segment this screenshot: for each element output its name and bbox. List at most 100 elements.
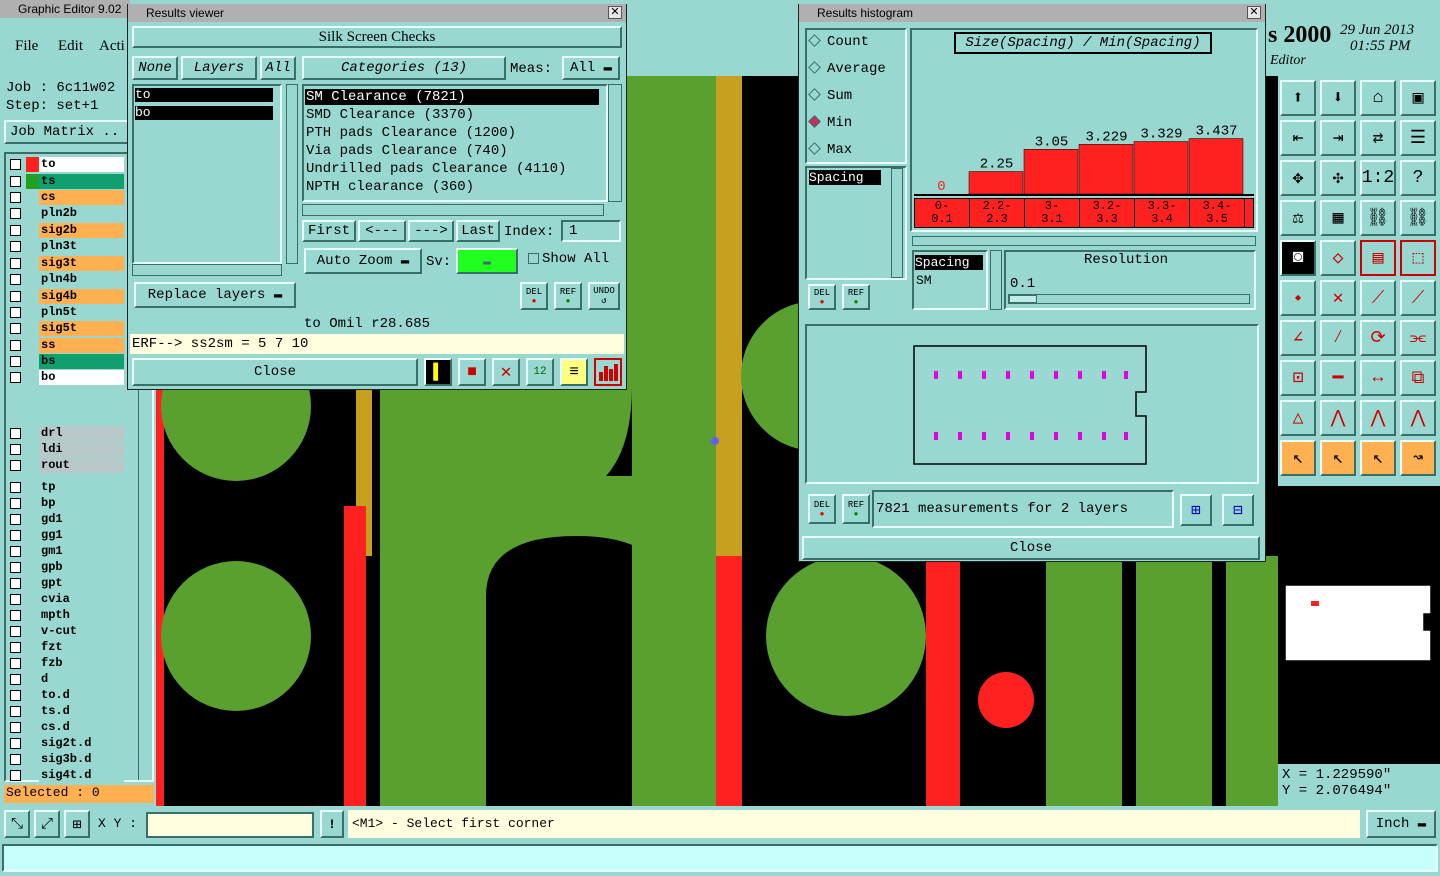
layer-row-gm1[interactable]: gm1 xyxy=(6,544,124,559)
last-button[interactable]: Last xyxy=(456,220,500,242)
info-icon[interactable]: ! xyxy=(320,810,344,838)
snapshot-icon[interactable]: ◙ xyxy=(1280,240,1316,276)
menu-edit[interactable]: Edit xyxy=(58,38,83,55)
hist-ref-button[interactable]: REF ● xyxy=(842,284,870,310)
categories-button[interactable]: Categories (13) xyxy=(302,56,506,80)
histogram-hscroll[interactable] xyxy=(912,236,1256,246)
pointer-icon[interactable]: ↖ xyxy=(1280,440,1316,476)
layer-checkbox[interactable] xyxy=(10,339,21,351)
layer-checkbox[interactable] xyxy=(10,428,21,439)
mark-icon[interactable]: ▌ xyxy=(424,358,452,386)
job-matrix-button[interactable]: Job Matrix .. xyxy=(4,120,130,144)
net-icon[interactable]: ⛓ xyxy=(1360,200,1396,236)
grid-snap-icon[interactable]: ⊞ xyxy=(64,810,90,838)
units-select[interactable]: Inch ▬ xyxy=(1366,810,1436,838)
layers-all-button[interactable]: All xyxy=(260,56,296,80)
next-button[interactable]: ---> xyxy=(408,220,454,242)
slash-icon[interactable]: ∕ xyxy=(1320,320,1356,356)
layer-checkbox[interactable] xyxy=(10,208,21,219)
del-button[interactable]: DEL ● xyxy=(520,282,548,310)
layer-list-vscroll[interactable] xyxy=(286,84,298,264)
layer-row-sig4t.d[interactable]: sig4t.d xyxy=(6,768,124,783)
layer-checkbox[interactable] xyxy=(10,323,21,334)
layer-checkbox[interactable] xyxy=(10,224,21,236)
prev-button[interactable]: <--- xyxy=(358,220,406,242)
triangle-icon[interactable]: △ xyxy=(1280,400,1316,436)
layer-checkbox[interactable] xyxy=(10,690,21,701)
ruler-icon[interactable]: ⚖ xyxy=(1280,200,1316,236)
grid-icon[interactable]: ▦ xyxy=(1320,200,1356,236)
help-icon[interactable]: ? xyxy=(1400,160,1436,196)
layer-row-sig2b[interactable]: sig2b xyxy=(6,222,124,238)
layer-row-fzb[interactable]: fzb xyxy=(6,656,124,671)
field2-item[interactable]: Spacing xyxy=(915,255,983,270)
close-icon[interactable]: ✕ xyxy=(608,6,622,19)
layer-row-pln4b[interactable]: pln4b xyxy=(6,272,124,287)
scale-icon[interactable]: 1:2 xyxy=(1360,160,1396,196)
index-input[interactable]: 1 xyxy=(561,220,621,242)
layer-checkbox[interactable] xyxy=(10,444,21,455)
undo-button[interactable]: UNDO ↺ xyxy=(588,282,620,310)
layer-row-bo[interactable]: bo xyxy=(6,370,124,385)
layer-select-item[interactable]: to xyxy=(135,88,273,102)
field-vscroll[interactable] xyxy=(891,168,903,278)
layer-row-mpth[interactable]: mpth xyxy=(6,608,124,623)
layer-checkbox[interactable] xyxy=(10,738,21,749)
sv-color-select[interactable]: ▬ xyxy=(456,248,518,274)
layer-checkbox[interactable] xyxy=(10,546,21,557)
layer-row-cs.d[interactable]: cs.d xyxy=(6,720,124,735)
cross-icon[interactable]: ✕ xyxy=(1320,280,1356,316)
zoom-area-icon[interactable]: ⤡ xyxy=(4,810,30,838)
auto-zoom-select[interactable]: Auto Zoom ▬ xyxy=(304,248,422,274)
layer-row-v-cut[interactable]: v-cut xyxy=(6,624,124,639)
stat-option-average[interactable]: Average xyxy=(808,61,886,77)
menu-actions[interactable]: Acti xyxy=(99,38,125,55)
point-icon[interactable]: ⊡ xyxy=(1280,360,1316,396)
layer-row-gg1[interactable]: gg1 xyxy=(6,528,124,543)
show-all-checkbox[interactable] xyxy=(528,253,539,264)
layers-none-button[interactable]: None xyxy=(132,56,178,80)
layer-checkbox[interactable] xyxy=(10,159,21,170)
expand-icon[interactable]: ✥ xyxy=(1280,160,1316,196)
layer-row-cs[interactable]: cs xyxy=(6,190,124,205)
hist-del2-button[interactable]: DEL ● xyxy=(808,494,836,524)
layers-icon[interactable]: ☰ xyxy=(1400,120,1436,156)
layer-checkbox[interactable] xyxy=(10,722,21,733)
counter-icon[interactable]: 12 xyxy=(526,358,554,386)
histogram-bar[interactable] xyxy=(968,171,1024,195)
stat-option-max[interactable]: Max xyxy=(808,142,852,158)
layer-row-d[interactable]: d xyxy=(6,672,124,687)
dash-icon[interactable]: ━ xyxy=(1320,360,1356,396)
arch2-icon[interactable]: ⋀ xyxy=(1360,400,1396,436)
home-icon[interactable]: ⌂ xyxy=(1360,80,1396,116)
line2-icon[interactable]: ⟋ xyxy=(1400,280,1436,316)
histogram-bar[interactable] xyxy=(1188,138,1244,195)
ref-cross-icon[interactable]: ✕ xyxy=(492,358,520,386)
layer-checkbox[interactable] xyxy=(10,626,21,637)
layer-checkbox[interactable] xyxy=(10,498,21,509)
category-hscroll[interactable] xyxy=(302,204,604,216)
layer-row-gd1[interactable]: gd1 xyxy=(6,512,124,527)
download-icon[interactable]: ⬇ xyxy=(1320,80,1356,116)
category-item[interactable]: SM Clearance (7821) xyxy=(305,89,599,105)
layer-checkbox[interactable] xyxy=(10,290,21,302)
move-icon[interactable]: ✣ xyxy=(1320,160,1356,196)
close-icon[interactable]: ✕ xyxy=(1247,6,1261,19)
hist-ref2-button[interactable]: REF ● xyxy=(842,494,870,524)
line-icon[interactable]: ⟋ xyxy=(1360,280,1396,316)
category-item[interactable]: Via pads Clearance (740) xyxy=(305,143,599,159)
flip-icon[interactable]: ⇄ xyxy=(1360,120,1396,156)
layer-row-ts.d[interactable]: ts.d xyxy=(6,704,124,719)
menu-file[interactable]: File xyxy=(15,38,38,55)
edit-shape-icon[interactable]: ◇ xyxy=(1320,240,1356,276)
category-item[interactable]: NPTH clearance (360) xyxy=(305,179,599,195)
pointer2-icon[interactable]: ↖ xyxy=(1320,440,1356,476)
pan-icon[interactable]: ⤢ xyxy=(34,810,60,838)
hist-del-button[interactable]: DEL ● xyxy=(808,284,836,310)
arch3-icon[interactable]: ⋀ xyxy=(1400,400,1436,436)
layer-row-sig2t.d[interactable]: sig2t.d xyxy=(6,736,124,751)
field-item[interactable]: Spacing xyxy=(809,170,881,185)
measure-icon[interactable]: ▤ xyxy=(1360,240,1396,276)
layer-row-ts[interactable]: ts xyxy=(6,173,124,189)
meas-select[interactable]: All ▬ xyxy=(562,56,620,80)
